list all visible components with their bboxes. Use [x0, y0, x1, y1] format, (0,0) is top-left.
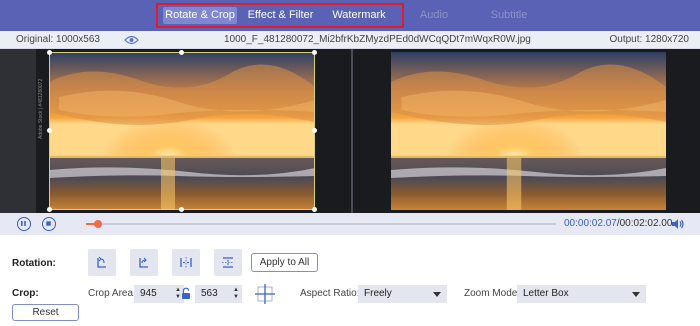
timeline-knob[interactable]: [93, 220, 102, 228]
pause-button[interactable]: [17, 217, 31, 231]
rotate-right-icon: [139, 257, 148, 268]
crop-label: Crop:: [12, 288, 39, 299]
original-resolution: Original: 1000x563: [16, 34, 100, 45]
crop-width-input[interactable]: 945 ▲ ▼: [134, 285, 184, 303]
crop-frame[interactable]: [49, 52, 315, 210]
current-time: 00:00:02.07: [564, 218, 617, 229]
info-bar: Original: 1000x563 1000_F_481280072_Mi2b…: [0, 31, 700, 49]
center-crop-icon[interactable]: [254, 283, 276, 308]
output-resolution: Output: 1280x720: [609, 34, 689, 45]
timeline-track[interactable]: [86, 223, 556, 225]
crop-handle-top[interactable]: [179, 50, 184, 55]
flip-vertical-button[interactable]: [214, 249, 242, 276]
crop-handle-right[interactable]: [312, 128, 317, 133]
lock-aspect-icon[interactable]: [181, 287, 191, 303]
zoom-mode-label: Zoom Mode:: [464, 288, 521, 299]
tab-watermark[interactable]: Watermark: [326, 7, 392, 24]
crop-handle-left[interactable]: [47, 128, 52, 133]
crop-handle-top-left[interactable]: [47, 50, 52, 55]
tab-audio[interactable]: Audio: [414, 7, 454, 24]
crop-handle-top-right[interactable]: [312, 50, 317, 55]
crop-width-value: 945: [140, 288, 157, 299]
tab-rotate-crop[interactable]: Rotate & Crop: [163, 7, 237, 24]
crop-height-stepper[interactable]: ▲ ▼: [233, 287, 239, 301]
stop-button[interactable]: [42, 217, 56, 231]
crop-handle-bottom-right[interactable]: [312, 207, 317, 212]
rotation-label: Rotation:: [12, 258, 56, 269]
aspect-ratio-label: Aspect Ratio:: [300, 288, 360, 299]
crop-height-input[interactable]: 563 ▲ ▼: [195, 285, 242, 303]
rotate-left-icon: [97, 256, 106, 268]
zoom-mode-select[interactable]: Letter Box: [517, 285, 646, 303]
volume-icon[interactable]: [671, 217, 685, 234]
zoom-mode-value: Letter Box: [523, 288, 569, 299]
flip-horizontal-icon: [180, 257, 192, 268]
tab-subtitle[interactable]: Subtitle: [485, 7, 533, 24]
aspect-ratio-value: Freely: [364, 288, 392, 299]
time-display: 00:00:02.07/00:02:02.00: [564, 217, 672, 231]
reset-button[interactable]: Reset: [12, 304, 79, 321]
flip-vertical-icon: [222, 257, 234, 268]
file-name: 1000_F_481280072_Mi2bfrKbZMyzdPEd0dWCqQD…: [224, 34, 531, 45]
editor-tab-bar: Rotate & Crop Effect & Filter Watermark …: [0, 0, 700, 31]
apply-to-all-button[interactable]: Apply to All: [251, 253, 318, 272]
crop-area-label: Crop Area:: [88, 288, 136, 299]
chevron-down-icon: [433, 292, 441, 297]
stock-watermark-text: Adobe Stock | #481280072: [38, 78, 44, 139]
crop-handle-bottom[interactable]: [179, 207, 184, 212]
crop-height-value: 563: [201, 288, 218, 299]
crop-handle-bottom-left[interactable]: [47, 207, 52, 212]
preview-area: Adobe Stock | #481280072: [0, 49, 700, 213]
playback-bar: 00:00:02.07/00:02:02.00: [0, 213, 700, 235]
tab-effect-filter[interactable]: Effect & Filter: [243, 7, 318, 24]
rotate-left-button[interactable]: [88, 249, 116, 276]
output-image: [391, 52, 666, 210]
total-time: /00:02:02.00: [616, 218, 673, 229]
flip-horizontal-button[interactable]: [172, 249, 200, 276]
rotate-right-button[interactable]: [130, 249, 158, 276]
aspect-ratio-select[interactable]: Freely: [358, 285, 447, 303]
chevron-down-icon: [632, 292, 640, 297]
